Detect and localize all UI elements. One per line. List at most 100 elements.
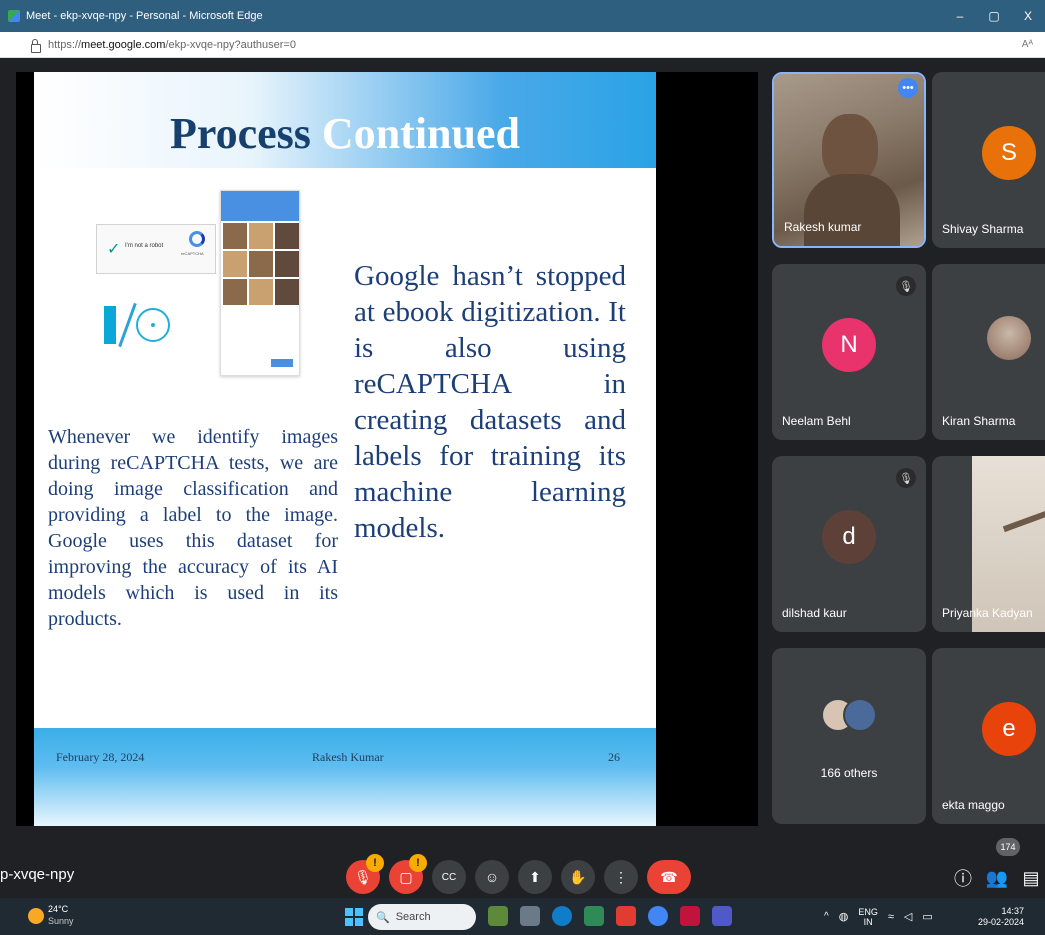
end-call-icon[interactable]: ☎ xyxy=(647,860,691,894)
slide-title-dark: Process xyxy=(170,109,322,158)
edge-browser-icon[interactable] xyxy=(552,906,572,926)
minimize-button[interactable]: – xyxy=(943,0,977,32)
office-icon[interactable] xyxy=(616,906,636,926)
file-explorer-icon[interactable] xyxy=(584,906,604,926)
captcha-brand: reCAPTCHA xyxy=(181,251,204,256)
participant-tile-rakesh[interactable]: ••• Rakesh kumar xyxy=(772,72,926,248)
weather-temperature[interactable]: 24°C xyxy=(48,904,68,914)
call-controls: 🎙! ▢! CC ☺ ⬆ ✋ ⋮ ☎ xyxy=(346,854,700,896)
side-panel-controls: ⓘ 👥 ▤ xyxy=(948,866,1045,890)
participant-name: Priyanka Kadyan xyxy=(942,606,1033,620)
raise-hand-icon[interactable]: ✋ xyxy=(561,860,595,894)
more-options-icon[interactable]: ⋮ xyxy=(604,860,638,894)
participant-name: Neelam Behl xyxy=(782,414,851,428)
participant-name: Rakesh kumar xyxy=(784,220,862,234)
slide-footer-date: February 28, 2024 xyxy=(56,750,145,764)
slide-left-paragraph: Whenever we identify images during reCAP… xyxy=(48,426,338,630)
clock-date: 29-02-2024 xyxy=(978,917,1025,927)
recaptcha-logo-icon xyxy=(189,231,205,247)
clock-time: 14:37 xyxy=(1001,906,1025,916)
participant-count-badge: 174 xyxy=(996,838,1020,856)
task-view-icon[interactable] xyxy=(520,906,540,926)
others-avatars xyxy=(821,694,881,744)
participant-tile-priyanka[interactable]: Priyanka Kadyan xyxy=(932,456,1045,632)
meeting-code: p-xvqe-npy xyxy=(0,866,75,883)
emoji-icon[interactable]: ☺ xyxy=(475,860,509,894)
slide-title-light: Continued xyxy=(321,109,520,158)
ceiling-fan-image xyxy=(1002,505,1045,533)
people-icon[interactable]: 👥 xyxy=(982,866,1012,890)
network-icon[interactable]: ◍ xyxy=(839,910,849,923)
taskbar-app-icon[interactable] xyxy=(488,906,508,926)
mcafee-icon[interactable] xyxy=(680,906,700,926)
close-button[interactable]: X xyxy=(1011,0,1045,32)
chat-icon[interactable]: ▤ xyxy=(1016,866,1045,890)
system-tray: ^ ◍ ENG IN ≈ ◁ ▭ xyxy=(824,898,933,935)
presentation-stage: Process Continued ✓ I'm not a robot reCA… xyxy=(16,72,758,826)
participant-video xyxy=(987,316,1031,360)
participant-tile-kiran[interactable]: Kiran Sharma xyxy=(932,264,1045,440)
meet-area: Process Continued ✓ I'm not a robot reCA… xyxy=(0,58,1045,898)
participant-tile-neelam[interactable]: 🎙 N Neelam Behl xyxy=(772,264,926,440)
slide-title: Process Continued xyxy=(34,108,656,159)
meet-app-icon xyxy=(8,10,20,22)
taskbar-clock[interactable]: 14:37 29-02-2024 xyxy=(978,906,1024,928)
slide-footer-band xyxy=(34,728,656,826)
captcha-image-grid xyxy=(220,190,300,376)
avatar: N xyxy=(822,318,876,372)
participant-tile-ekta[interactable]: e ekta maggo xyxy=(932,648,1045,824)
participant-name: Shivay Sharma xyxy=(942,222,1024,236)
mic-off-icon[interactable]: 🎙! xyxy=(346,854,384,894)
read-aloud-icon[interactable]: Aᴬ xyxy=(1022,39,1033,50)
battery-icon[interactable]: ▭ xyxy=(922,910,932,923)
maximize-button[interactable]: ▢ xyxy=(977,0,1011,32)
sun-icon[interactable] xyxy=(28,908,44,924)
chrome-icon[interactable] xyxy=(648,906,668,926)
captcha-label: I'm not a robot xyxy=(125,243,164,249)
info-icon[interactable]: ⓘ xyxy=(948,866,978,890)
search-label: Search xyxy=(395,911,431,923)
wifi-icon[interactable]: ≈ xyxy=(888,911,894,923)
participant-name: dilshad kaur xyxy=(782,606,847,620)
window-controls: – ▢ X xyxy=(943,0,1045,32)
volume-icon[interactable]: ◁ xyxy=(904,910,912,923)
lock-icon[interactable] xyxy=(30,38,41,53)
camera-off-icon[interactable]: ▢! xyxy=(389,854,427,894)
avatar: S xyxy=(982,126,1036,180)
url-path: /ekp-xvqe-npy?authuser=0 xyxy=(165,38,296,51)
participant-tile-dilshad[interactable]: 🎙 d dilshad kaur xyxy=(772,456,926,632)
warning-badge: ! xyxy=(409,854,427,872)
window-titlebar: Meet - ekp-xvqe-npy - Personal - Microso… xyxy=(0,0,1045,32)
weather-condition[interactable]: Sunny xyxy=(48,916,74,926)
search-icon: 🔍 xyxy=(376,911,390,924)
mic-off-icon: 🎙 xyxy=(896,468,916,488)
window-title: Meet - ekp-xvqe-npy - Personal - Microso… xyxy=(26,10,263,22)
taskbar-search[interactable]: 🔍 Search xyxy=(368,904,476,930)
language-indicator[interactable]: ENG IN xyxy=(858,907,878,927)
windows-start-icon[interactable] xyxy=(345,908,363,926)
check-icon: ✓ xyxy=(107,241,121,258)
url-text[interactable]: https://meet.google.com/ekp-xvqe-npy?aut… xyxy=(48,39,296,51)
mic-off-icon: 🎙 xyxy=(896,276,916,296)
more-options-icon[interactable]: ••• xyxy=(898,78,918,98)
present-icon[interactable]: ⬆ xyxy=(518,860,552,894)
avatar: d xyxy=(822,510,876,564)
teams-icon[interactable] xyxy=(712,906,732,926)
slide-page-number: 26 xyxy=(608,750,620,764)
windows-taskbar: 24°C Sunny 🔍 Search ^ ◍ ENG IN ≈ ◁ ▭ 14:3… xyxy=(0,898,1045,935)
warning-badge: ! xyxy=(366,854,384,872)
participant-name: ekta maggo xyxy=(942,798,1005,812)
url-domain: meet.google.com xyxy=(81,38,166,51)
others-count-label: 166 others xyxy=(820,766,878,780)
verify-button-image xyxy=(271,359,293,367)
address-bar[interactable]: https://meet.google.com/ekp-xvqe-npy?aut… xyxy=(0,32,1045,58)
participant-tile-shivay[interactable]: S Shivay Sharma xyxy=(932,72,1045,248)
slide-right-paragraph: Google hasn’t stopped at ebook digitizat… xyxy=(354,260,626,544)
avatar: e xyxy=(982,702,1036,756)
slide: Process Continued ✓ I'm not a robot reCA… xyxy=(34,72,656,826)
chevron-up-icon[interactable]: ^ xyxy=(824,911,829,922)
google-io-logo xyxy=(96,302,170,348)
captions-icon[interactable]: CC xyxy=(432,860,466,894)
participant-tile-others[interactable]: 166 others xyxy=(772,648,926,824)
participant-name: Kiran Sharma xyxy=(942,414,1016,428)
